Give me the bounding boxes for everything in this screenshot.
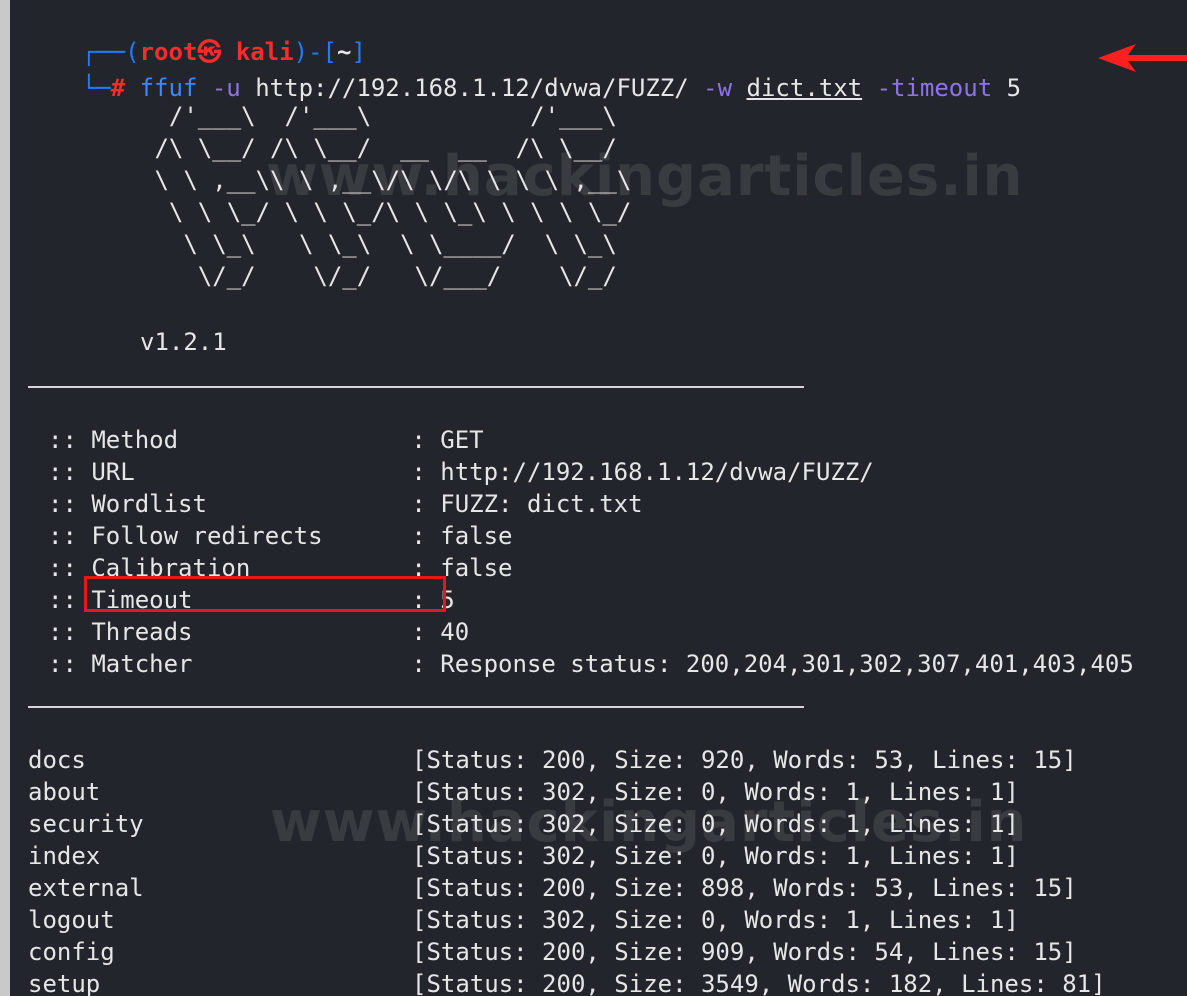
result-row: about [Status: 302, Size: 0, Words: 1, Li… (28, 776, 1019, 808)
result-row: config [Status: 200, Size: 909, Words: 54… (28, 936, 1077, 968)
info-key: Threads (91, 618, 193, 646)
arrow-annotation-icon (1098, 44, 1187, 72)
info-key: Wordlist (91, 490, 207, 518)
flag-timeout: -timeout (876, 74, 993, 102)
info-row-method: :: Method : GET (48, 424, 484, 456)
result-row: external [Status: 200, Size: 898, Words: … (28, 872, 1077, 904)
watermark: www.hackingarticles.in (266, 144, 1024, 209)
result-row: docs [Status: 200, Size: 920, Words: 53, … (28, 744, 1077, 776)
info-value: : 40 (411, 618, 470, 646)
result-name: config (28, 938, 115, 966)
info-key: Follow redirects (91, 522, 323, 550)
command-url: http://192.168.1.12/dvwa/FUZZ/ (255, 74, 689, 102)
result-name: external (28, 874, 144, 902)
info-key: URL (91, 458, 135, 486)
timeout-highlight-box (84, 576, 446, 612)
result-row: index [Status: 302, Size: 0, Words: 1, Li… (28, 840, 1019, 872)
info-row-wordlist: :: Wordlist : FUZZ: dict.txt (48, 488, 643, 520)
result-name: setup (28, 970, 101, 996)
flag-w: -w (703, 74, 733, 102)
prompt-corner: └─ (81, 74, 111, 102)
info-prefix: :: (48, 490, 77, 518)
info-prefix: :: (48, 522, 77, 550)
prompt-hash: # (110, 74, 126, 102)
result-detail: [Status: 200, Size: 909, Words: 54, Line… (412, 938, 1077, 966)
info-key: Matcher (91, 650, 193, 678)
command-wordlist: dict.txt (746, 74, 863, 102)
terminal-window[interactable]: ┌──(root㉿ kali)-[~] └─# ffuf -u http://1… (10, 0, 1187, 996)
info-prefix: :: (48, 458, 77, 486)
info-value: : GET (411, 426, 484, 454)
result-row: logout [Status: 302, Size: 0, Words: 1, L… (28, 904, 1019, 936)
result-detail: [Status: 200, Size: 3549, Words: 182, Li… (412, 970, 1106, 996)
result-row: security [Status: 302, Size: 0, Words: 1,… (28, 808, 1019, 840)
flag-u: -u (211, 74, 241, 102)
info-value: : FUZZ: dict.txt (411, 490, 643, 518)
command-timeout-value: 5 (1006, 74, 1022, 102)
info-value: : Response status: 200,204,301,302,307,4… (411, 650, 1134, 678)
result-name: about (28, 778, 101, 806)
info-key: Method (91, 426, 179, 454)
info-row-threads: :: Threads : 40 (48, 616, 469, 648)
info-row-matcher: :: Matcher : Response status: 200,204,301… (48, 648, 1134, 680)
result-detail: [Status: 302, Size: 0, Words: 1, Lines: … (412, 842, 1019, 870)
separator (28, 386, 804, 388)
result-name: security (28, 810, 144, 838)
result-detail: [Status: 302, Size: 0, Words: 1, Lines: … (412, 778, 1019, 806)
result-detail: [Status: 302, Size: 0, Words: 1, Lines: … (412, 906, 1019, 934)
info-value: : false (411, 522, 513, 550)
info-prefix: :: (48, 554, 77, 582)
result-name: docs (28, 746, 86, 774)
info-row-follow-redirects: :: Follow redirects : false (48, 520, 513, 552)
command-tool: ffuf (139, 74, 198, 102)
result-detail: [Status: 302, Size: 0, Words: 1, Lines: … (412, 810, 1019, 838)
info-prefix: :: (48, 586, 77, 614)
result-detail: [Status: 200, Size: 920, Words: 53, Line… (412, 746, 1077, 774)
result-name: logout (28, 906, 115, 934)
info-value: : http://192.168.1.12/dvwa/FUZZ/ (411, 458, 874, 486)
info-prefix: :: (48, 650, 77, 678)
info-prefix: :: (48, 618, 77, 646)
separator (28, 706, 804, 708)
result-detail: [Status: 200, Size: 898, Words: 53, Line… (412, 874, 1077, 902)
result-row: setup [Status: 200, Size: 3549, Words: 18… (28, 968, 1106, 996)
version-label: v1.2.1 (140, 328, 227, 356)
info-prefix: :: (48, 426, 77, 454)
info-row-url: :: URL : http://192.168.1.12/dvwa/FUZZ/ (48, 456, 874, 488)
result-name: index (28, 842, 101, 870)
